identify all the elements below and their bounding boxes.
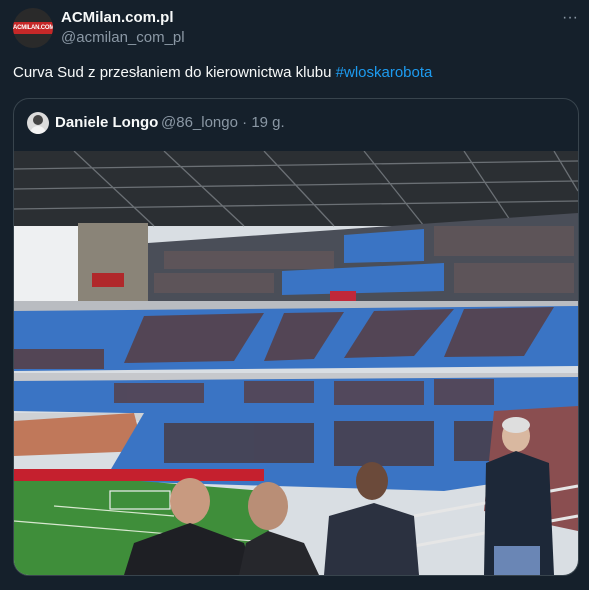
quoted-tweet[interactable]: Daniele Longo @86_longo · 19 g. bbox=[13, 98, 579, 576]
quoted-time[interactable]: 19 g. bbox=[251, 114, 284, 131]
tweet-body: Curva Sud z przesłaniem do kierownictwa … bbox=[13, 64, 336, 81]
tweet-text: Curva Sud z przesłaniem do kierownictwa … bbox=[13, 64, 432, 81]
meta-separator: · bbox=[242, 114, 248, 131]
author-handle[interactable]: @acmilan_com_pl bbox=[61, 29, 185, 46]
author-display-name[interactable]: ACMilan.com.pl bbox=[61, 9, 174, 26]
stadium-photo[interactable] bbox=[14, 151, 578, 575]
more-options-button[interactable]: ··· bbox=[556, 8, 584, 28]
account-avatar[interactable]: ACMILAN.COM.PL bbox=[13, 8, 53, 48]
more-horizontal-icon: ··· bbox=[562, 9, 578, 26]
quoted-handle[interactable]: @86_longo bbox=[161, 114, 238, 131]
hashtag-link[interactable]: #wloskarobota bbox=[336, 64, 433, 81]
quoted-avatar[interactable] bbox=[27, 112, 49, 134]
quoted-meta: @86_longo · 19 g. bbox=[161, 114, 285, 131]
avatar-logo-text: ACMILAN.COM.PL bbox=[13, 22, 53, 34]
quoted-display-name[interactable]: Daniele Longo bbox=[55, 114, 158, 131]
